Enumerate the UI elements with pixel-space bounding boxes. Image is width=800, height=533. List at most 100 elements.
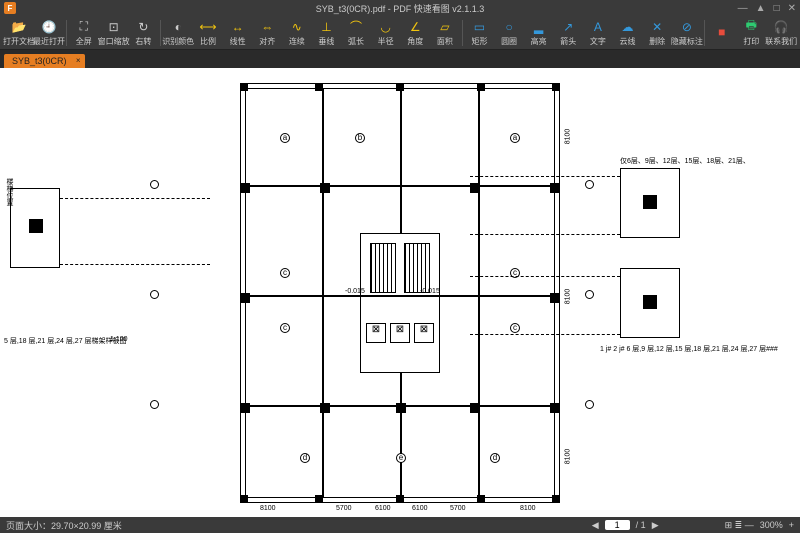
- max-up-button[interactable]: ▲: [756, 3, 766, 14]
- angle-button[interactable]: ∠角度: [400, 17, 430, 49]
- delete-icon: ✕: [649, 19, 665, 35]
- back-color-label: 识别颜色: [162, 36, 194, 47]
- tab-label: SYB_t3(0CR): [12, 56, 67, 66]
- zoom-in-button[interactable]: +: [789, 520, 794, 530]
- arc-icon: ⌒: [348, 19, 364, 35]
- window-title: SYB_t3(0CR).pdf - PDF 快速看图 v2.1.1.3: [316, 2, 485, 15]
- align-button[interactable]: ⇔对齐: [252, 17, 282, 49]
- angle-icon: ∠: [407, 19, 423, 35]
- toolbar-separator: [704, 20, 705, 46]
- circle-icon: ○: [501, 19, 517, 35]
- dimension-text: 6100: [375, 505, 391, 512]
- window-zoom-button[interactable]: ⊡窗口缩放: [99, 17, 129, 49]
- print-button[interactable]: 🖶打印: [737, 17, 767, 49]
- detail-left: [10, 188, 60, 268]
- grid-bubble: [585, 400, 594, 409]
- rotate-right-button[interactable]: ↻右转: [129, 17, 159, 49]
- room-label: d: [490, 453, 500, 463]
- open-file-button[interactable]: 📂打开文档: [4, 17, 34, 49]
- main-toolbar: 📂打开文档🕘最近打开⛶全屏⊡窗口缩放↻右转◐识别颜色⟷比例↔线性⇔对齐∿连续⊥垂…: [0, 16, 800, 50]
- recent-button[interactable]: 🕘最近打开: [34, 17, 64, 49]
- print-icon: 🖶: [743, 19, 759, 35]
- dimension-text: 8100: [564, 128, 571, 144]
- page-next-button[interactable]: ▶: [652, 520, 659, 531]
- window-zoom-icon: ⊡: [106, 19, 122, 35]
- circle-button[interactable]: ○圆圈: [494, 17, 524, 49]
- highlight-label: 高亮: [531, 36, 547, 47]
- area-button[interactable]: ▱面积: [430, 17, 460, 49]
- radius-button[interactable]: ◡半径: [371, 17, 401, 49]
- dimension-text: 8100: [520, 505, 536, 512]
- close-button[interactable]: ✕: [788, 3, 796, 14]
- continuous-icon: ∿: [289, 19, 305, 35]
- highlight-button[interactable]: ▂高亮: [524, 17, 554, 49]
- page-size-label: 页面大小：29.70×20.99 厘米: [6, 519, 122, 532]
- line-meas-button[interactable]: ↔线性: [223, 17, 253, 49]
- status-bar: 页面大小：29.70×20.99 厘米 ◀ 1 / 1 ▶ ⊞ ≣ — 300%…: [0, 517, 800, 533]
- polyline-button[interactable]: ⊥垂线: [312, 17, 342, 49]
- grid-bubble: [585, 180, 594, 189]
- cloud-icon: ☁: [620, 19, 636, 35]
- arrow-button[interactable]: ↗箭头: [553, 17, 583, 49]
- area-icon: ▱: [437, 19, 453, 35]
- arc-label: 弧长: [348, 36, 364, 47]
- room-label: a: [280, 133, 290, 143]
- view-mode-icons[interactable]: ⊞ ≣ —: [725, 520, 754, 531]
- cloud-label: 云线: [620, 36, 636, 47]
- text-button[interactable]: A文字: [583, 17, 613, 49]
- fullscreen-button[interactable]: ⛶全屏: [69, 17, 99, 49]
- dimension-text: 5700: [336, 505, 352, 512]
- room-label: c: [510, 323, 520, 333]
- back-color-button[interactable]: ◐识别颜色: [163, 17, 193, 49]
- toolbar-separator: [66, 20, 67, 46]
- text-label: 文字: [590, 36, 606, 47]
- grid-bubble: [150, 180, 159, 189]
- scale-button[interactable]: ⟷比例: [193, 17, 223, 49]
- rotate-right-label: 右转: [135, 36, 151, 47]
- cloud-button[interactable]: ☁云线: [613, 17, 643, 49]
- line-meas-label: 线性: [230, 36, 246, 47]
- dimension-text: 5700: [450, 505, 466, 512]
- elevation-note: -0.015: [420, 288, 440, 295]
- room-label: d: [300, 453, 310, 463]
- hide-annot-icon: ⊘: [679, 19, 695, 35]
- arrow-label: 箭头: [560, 36, 576, 47]
- contact-button[interactable]: 🎧联系我们: [766, 17, 796, 49]
- grid-bubble: [585, 290, 594, 299]
- area-label: 面积: [437, 36, 453, 47]
- hide-annot-button[interactable]: ⊘隐藏标注: [672, 17, 702, 49]
- align-icon: ⇔: [259, 19, 275, 35]
- document-viewport[interactable]: ⊠ ⊠ ⊠: [0, 68, 800, 517]
- dimension-text: 6100: [412, 505, 428, 512]
- grid-bubble: [150, 290, 159, 299]
- document-tab[interactable]: SYB_t3(0CR) ×: [4, 54, 85, 68]
- radius-icon: ◡: [378, 19, 394, 35]
- open-file-label: 打开文档: [3, 36, 35, 47]
- polyline-icon: ⊥: [318, 19, 334, 35]
- continuous-button[interactable]: ∿连续: [282, 17, 312, 49]
- contact-label: 联系我们: [765, 36, 797, 47]
- recent-icon: 🕘: [41, 19, 57, 35]
- dimension-text: 8100: [564, 288, 571, 304]
- rect-button[interactable]: ▭矩形: [465, 17, 495, 49]
- angle-label: 角度: [407, 36, 423, 47]
- line-meas-icon: ↔: [230, 19, 246, 35]
- grid-bubble: [150, 400, 159, 409]
- page-number-input[interactable]: 1: [605, 520, 630, 530]
- minimize-button[interactable]: —: [738, 3, 748, 14]
- tab-close-icon[interactable]: ×: [76, 56, 81, 65]
- rect-label: 矩形: [471, 36, 487, 47]
- fullscreen-icon: ⛶: [76, 19, 92, 35]
- contact-icon: 🎧: [773, 19, 789, 35]
- stop-button[interactable]: ■: [707, 17, 737, 49]
- zoom-level[interactable]: 300%: [760, 520, 783, 530]
- page-prev-button[interactable]: ◀: [592, 520, 599, 531]
- arc-button[interactable]: ⌒弧长: [341, 17, 371, 49]
- elevation-note: -0.015: [345, 288, 365, 295]
- restore-button[interactable]: □: [774, 3, 780, 14]
- scale-icon: ⟷: [200, 19, 216, 35]
- fullscreen-label: 全屏: [76, 36, 92, 47]
- delete-button[interactable]: ✕删除: [642, 17, 672, 49]
- title-bar: F SYB_t3(0CR).pdf - PDF 快速看图 v2.1.1.3 — …: [0, 0, 800, 16]
- highlight-icon: ▂: [531, 19, 547, 35]
